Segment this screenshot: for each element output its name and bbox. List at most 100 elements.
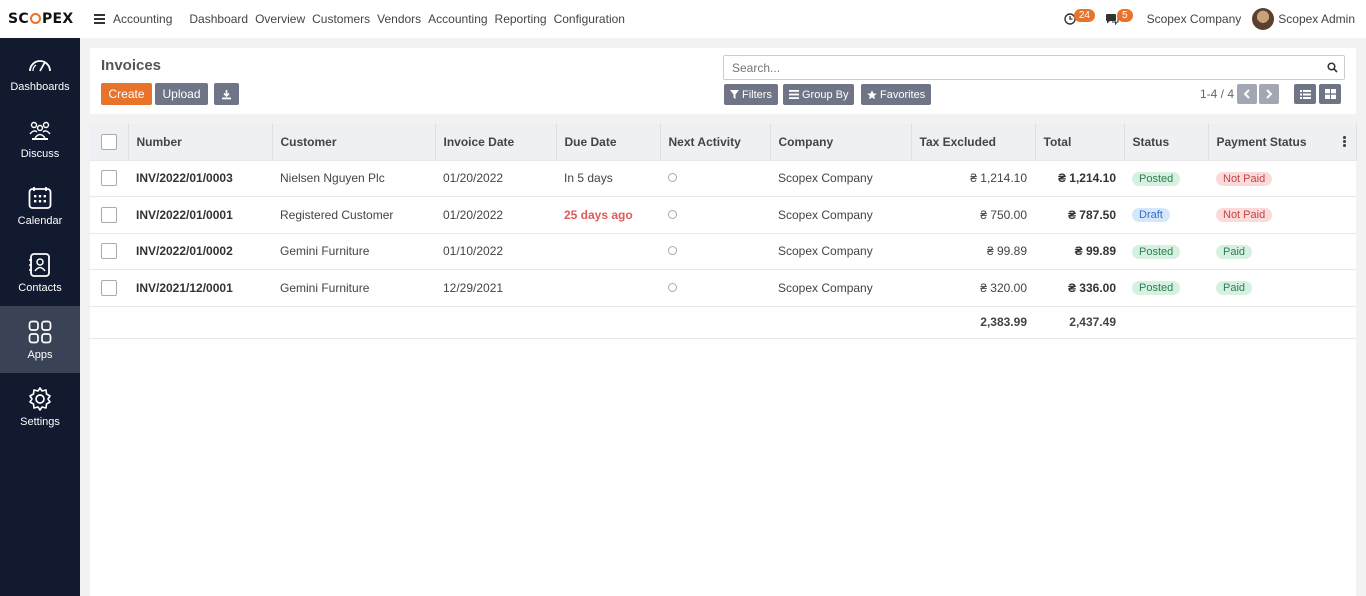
sidebar-item-label: Apps — [27, 348, 53, 361]
top-right-area: 24 5 Scopex Company Scopex Admin — [1064, 8, 1366, 30]
sidebar-item-calendar[interactable]: Calendar — [0, 172, 80, 239]
select-all-checkbox[interactable] — [101, 133, 117, 150]
due-date — [556, 269, 660, 306]
activity-clock-icon[interactable] — [668, 209, 677, 219]
chevron-right-icon — [1266, 89, 1273, 99]
nav-customers[interactable]: Customers — [312, 12, 370, 26]
status-badge: Posted — [1132, 281, 1181, 296]
company-name: Scopex Company — [770, 196, 911, 233]
gauge-icon — [29, 59, 51, 71]
nav-reporting[interactable]: Reporting — [495, 12, 547, 26]
row-select-cell — [90, 232, 128, 270]
optional-columns-icon[interactable] — [1343, 136, 1346, 147]
favorites-label: Favorites — [880, 88, 926, 101]
download-button[interactable] — [214, 83, 239, 105]
upload-button[interactable]: Upload — [155, 83, 208, 105]
user-menu[interactable]: Scopex Admin — [1278, 12, 1355, 26]
table-row[interactable]: INV/2022/01/0001 Registered Customer 01/… — [90, 196, 1356, 233]
sidebar-item-discuss[interactable]: Discuss — [0, 105, 80, 172]
favorites-button[interactable]: Favorites — [861, 84, 932, 105]
column-header-number[interactable]: Number — [128, 124, 273, 160]
table-row[interactable]: INV/2022/01/0003 Nielsen Nguyen Plc 01/2… — [90, 159, 1356, 197]
star-icon — [867, 89, 877, 99]
payment-status-cell: Paid — [1208, 269, 1356, 306]
nav-overview[interactable]: Overview — [255, 12, 305, 26]
nav-vendors[interactable]: Vendors — [377, 12, 421, 26]
row-checkbox[interactable] — [101, 279, 117, 296]
column-header-tax-excluded[interactable]: Tax Excluded — [911, 124, 1036, 160]
total-amount: ₴ 787.50 — [1035, 196, 1124, 233]
column-header-next-activity[interactable]: Next Activity — [660, 124, 771, 160]
row-checkbox[interactable] — [101, 206, 117, 223]
top-bar: SC PEX Accounting Dashboard Overview Cust… — [0, 0, 1366, 38]
activity-clock-icon[interactable] — [668, 173, 677, 183]
create-button[interactable]: Create — [101, 83, 152, 105]
customer-name: Gemini Furniture — [272, 232, 435, 270]
message-count-badge: 5 — [1117, 8, 1133, 22]
invoice-number: INV/2022/01/0002 — [128, 232, 272, 270]
filters-button[interactable]: Filters — [724, 84, 778, 105]
row-checkbox[interactable] — [101, 170, 117, 187]
sidebar-item-contacts[interactable]: Contacts — [0, 239, 80, 306]
nav-configuration[interactable]: Configuration — [554, 12, 625, 26]
messages-button[interactable]: 5 — [1105, 8, 1133, 25]
avatar[interactable] — [1252, 8, 1275, 30]
empty-cell — [770, 305, 911, 339]
empty-cell — [1124, 305, 1208, 339]
pager-value[interactable]: 1-4 / 4 — [1200, 87, 1234, 101]
company-name: Scopex Company — [770, 232, 911, 270]
menu-toggle-icon[interactable] — [94, 14, 105, 24]
activity-button[interactable]: 24 — [1064, 8, 1095, 25]
nav-dashboard[interactable]: Dashboard — [189, 12, 248, 26]
column-header-company[interactable]: Company — [770, 124, 912, 160]
search-input[interactable] — [724, 56, 1314, 79]
status-cell: Posted — [1124, 232, 1208, 270]
row-checkbox[interactable] — [101, 243, 117, 260]
list-view-button[interactable] — [1294, 84, 1316, 104]
column-header-total[interactable]: Total — [1035, 124, 1125, 160]
nav-accounting[interactable]: Accounting — [428, 12, 487, 26]
sidebar-item-label: Settings — [20, 415, 60, 428]
company-switcher[interactable]: Scopex Company — [1147, 12, 1242, 26]
empty-cell — [272, 305, 435, 339]
activity-clock-icon[interactable] — [668, 282, 677, 292]
table-row[interactable]: INV/2022/01/0002 Gemini Furniture 01/10/… — [90, 232, 1356, 270]
column-header-due-date[interactable]: Due Date — [556, 124, 661, 160]
tax-excluded-amount: ₴ 750.00 — [911, 196, 1035, 233]
total-amount: ₴ 99.89 — [1035, 232, 1124, 270]
column-header-status[interactable]: Status — [1124, 124, 1209, 160]
column-header-payment-status[interactable]: Payment Status — [1208, 124, 1357, 160]
status-cell: Posted — [1124, 269, 1208, 306]
pager-previous-button[interactable] — [1237, 84, 1257, 104]
payment-status-label: Payment Status — [1216, 134, 1307, 149]
empty-cell — [90, 305, 128, 339]
sidebar-item-apps[interactable]: Apps — [0, 306, 80, 373]
brand-logo[interactable]: SC PEX — [0, 11, 80, 27]
sidebar: Dashboards Discuss Calendar Contacts App… — [0, 38, 80, 596]
search-box — [723, 55, 1345, 80]
column-header-customer[interactable]: Customer — [272, 124, 436, 160]
invoice-number: INV/2021/12/0001 — [128, 269, 272, 306]
table-row[interactable]: INV/2021/12/0001 Gemini Furniture 12/29/… — [90, 269, 1356, 306]
pager-next-button[interactable] — [1259, 84, 1279, 104]
invoice-table: Number Customer Invoice Date Due Date Ne… — [90, 124, 1357, 339]
tax-excluded-amount: ₴ 1,214.10 — [911, 159, 1035, 197]
column-header-invoice-date[interactable]: Invoice Date — [435, 124, 557, 160]
empty-cell — [556, 305, 660, 339]
grid-icon — [28, 320, 52, 343]
status-cell: Draft — [1124, 196, 1208, 233]
app-name[interactable]: Accounting — [113, 12, 172, 26]
activity-clock-icon[interactable] — [668, 246, 677, 256]
filters-label: Filters — [742, 88, 772, 101]
search-icon[interactable] — [1327, 62, 1338, 73]
sidebar-item-settings[interactable]: Settings — [0, 373, 80, 440]
customer-name: Gemini Furniture — [272, 269, 435, 306]
kanban-view-button[interactable] — [1319, 84, 1341, 104]
sidebar-item-label: Dashboards — [10, 80, 70, 93]
sidebar-item-dashboards[interactable]: Dashboards — [0, 38, 80, 105]
tax-excluded-amount: ₴ 320.00 — [911, 269, 1035, 306]
group-by-button[interactable]: Group By — [783, 84, 855, 105]
payment-status-badge: Paid — [1216, 281, 1253, 296]
next-activity-cell — [660, 159, 770, 197]
invoice-date: 12/29/2021 — [435, 269, 556, 306]
